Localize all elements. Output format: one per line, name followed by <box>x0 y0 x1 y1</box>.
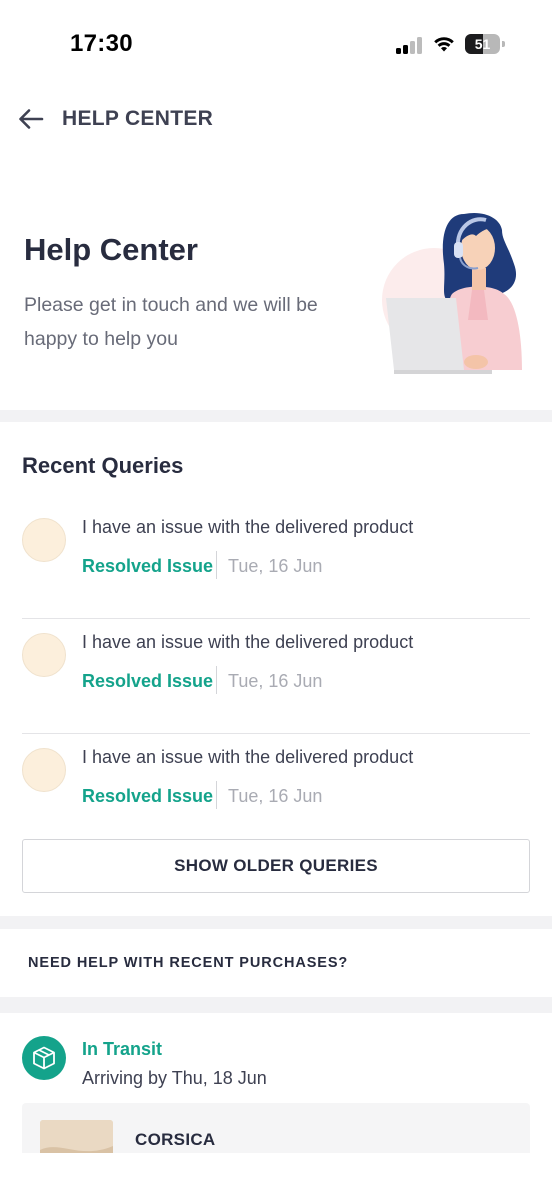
order-eta: Arriving by Thu, 18 Jun <box>82 1068 267 1088</box>
recent-queries-title: Recent Queries <box>22 453 184 478</box>
section-divider <box>0 410 552 422</box>
query-text: I have an issue with the delivered produ… <box>82 747 414 767</box>
query-item[interactable]: I have an issue with the delivered produ… <box>22 509 530 619</box>
cellular-signal-icon <box>396 36 426 54</box>
show-older-queries-button[interactable]: SHOW OLDER QUERIES <box>22 839 530 893</box>
back-button[interactable] <box>16 104 46 134</box>
query-text: I have an issue with the delivered produ… <box>82 632 414 652</box>
query-date: Tue, 16 Jun <box>228 671 323 691</box>
query-item[interactable]: I have an issue with the delivered produ… <box>22 624 530 734</box>
status-bar: 17:30 51 <box>0 0 552 90</box>
wifi-icon <box>432 34 456 54</box>
hero-subtitle: Please get in touch and we will be happy… <box>24 294 318 350</box>
battery-percentage: 51 <box>474 36 491 52</box>
hero-title: Help Center <box>24 232 198 267</box>
recent-purchases-title: NEED HELP WITH RECENT PURCHASES? <box>28 955 349 971</box>
query-avatar <box>22 518 66 562</box>
section-divider <box>0 997 552 1013</box>
query-divider <box>22 618 530 619</box>
query-status: Resolved Issue <box>82 786 214 806</box>
product-brand: CORSICA <box>135 1130 216 1149</box>
battery-icon: 51 <box>465 34 505 54</box>
query-status: Resolved Issue <box>82 556 214 576</box>
query-text: I have an issue with the delivered produ… <box>82 517 414 537</box>
app-header: HELP CENTER <box>0 90 552 148</box>
section-divider <box>0 916 552 929</box>
query-date: Tue, 16 Jun <box>228 556 323 576</box>
query-divider <box>22 733 530 734</box>
help-center-hero: Help Center Please get in touch and we w… <box>0 150 552 410</box>
support-agent-illustration <box>382 202 532 380</box>
query-avatar <box>22 748 66 792</box>
query-separator <box>216 551 217 579</box>
query-separator <box>216 781 217 809</box>
query-avatar <box>22 633 66 677</box>
query-item[interactable]: I have an issue with the delivered produ… <box>22 739 530 829</box>
query-date: Tue, 16 Jun <box>228 786 323 806</box>
order-status: In Transit <box>82 1039 163 1059</box>
arrow-left-icon <box>19 109 44 129</box>
query-status: Resolved Issue <box>82 671 214 691</box>
screen-bottom <box>0 1153 552 1200</box>
status-time: 17:30 <box>70 30 133 57</box>
query-separator <box>216 666 217 694</box>
header-title: HELP CENTER <box>62 107 214 130</box>
package-box-icon <box>22 1036 66 1080</box>
